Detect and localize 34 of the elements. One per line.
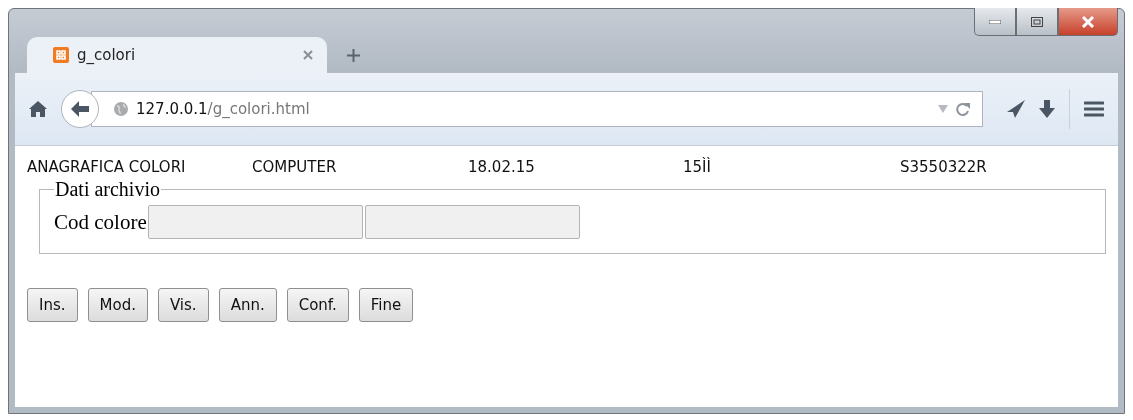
fieldset-legend: Dati archivio bbox=[54, 178, 161, 201]
close-button[interactable] bbox=[1058, 8, 1118, 36]
header-text: COMPUTER bbox=[252, 158, 338, 176]
action-button[interactable]: Ann. bbox=[218, 288, 277, 322]
reload-icon[interactable] bbox=[956, 102, 970, 116]
close-icon bbox=[1081, 15, 1095, 28]
action-button[interactable]: Ins. bbox=[27, 288, 78, 322]
app-icon bbox=[53, 47, 69, 63]
globe-icon bbox=[114, 102, 128, 116]
field-label: Cod colore bbox=[54, 209, 147, 235]
address-bar[interactable]: 127.0.0.1/g_colori.html bbox=[91, 91, 983, 127]
header-text: ANAGRAFICA COLORI bbox=[27, 158, 187, 176]
tab-title: g_colori bbox=[77, 46, 137, 64]
action-button[interactable]: Vis. bbox=[157, 288, 209, 322]
browser-tab[interactable]: g_colori bbox=[27, 37, 327, 73]
back-arrow-icon bbox=[71, 101, 89, 117]
close-icon[interactable] bbox=[303, 50, 313, 60]
new-tab-icon[interactable] bbox=[347, 48, 360, 62]
download-icon[interactable] bbox=[1039, 100, 1055, 118]
maximize-button[interactable] bbox=[1016, 8, 1058, 36]
header-text: 15ÌÌ bbox=[683, 158, 712, 176]
maximize-icon bbox=[1031, 16, 1043, 27]
header-text: S3550322R bbox=[900, 158, 988, 176]
paper-plane-icon[interactable] bbox=[1007, 100, 1025, 118]
minimize-button[interactable] bbox=[974, 8, 1016, 36]
menu-icon[interactable] bbox=[1084, 101, 1104, 117]
url-text: 127.0.0.1/g_colori.html bbox=[136, 100, 310, 118]
header-text: 18.02.15 bbox=[468, 158, 536, 176]
back-button[interactable] bbox=[61, 90, 99, 128]
minimize-icon bbox=[989, 19, 1001, 24]
home-icon[interactable] bbox=[29, 101, 47, 117]
action-button[interactable]: Conf. bbox=[286, 288, 349, 322]
action-button[interactable]: Fine bbox=[358, 288, 414, 322]
action-button[interactable]: Mod. bbox=[87, 288, 148, 322]
